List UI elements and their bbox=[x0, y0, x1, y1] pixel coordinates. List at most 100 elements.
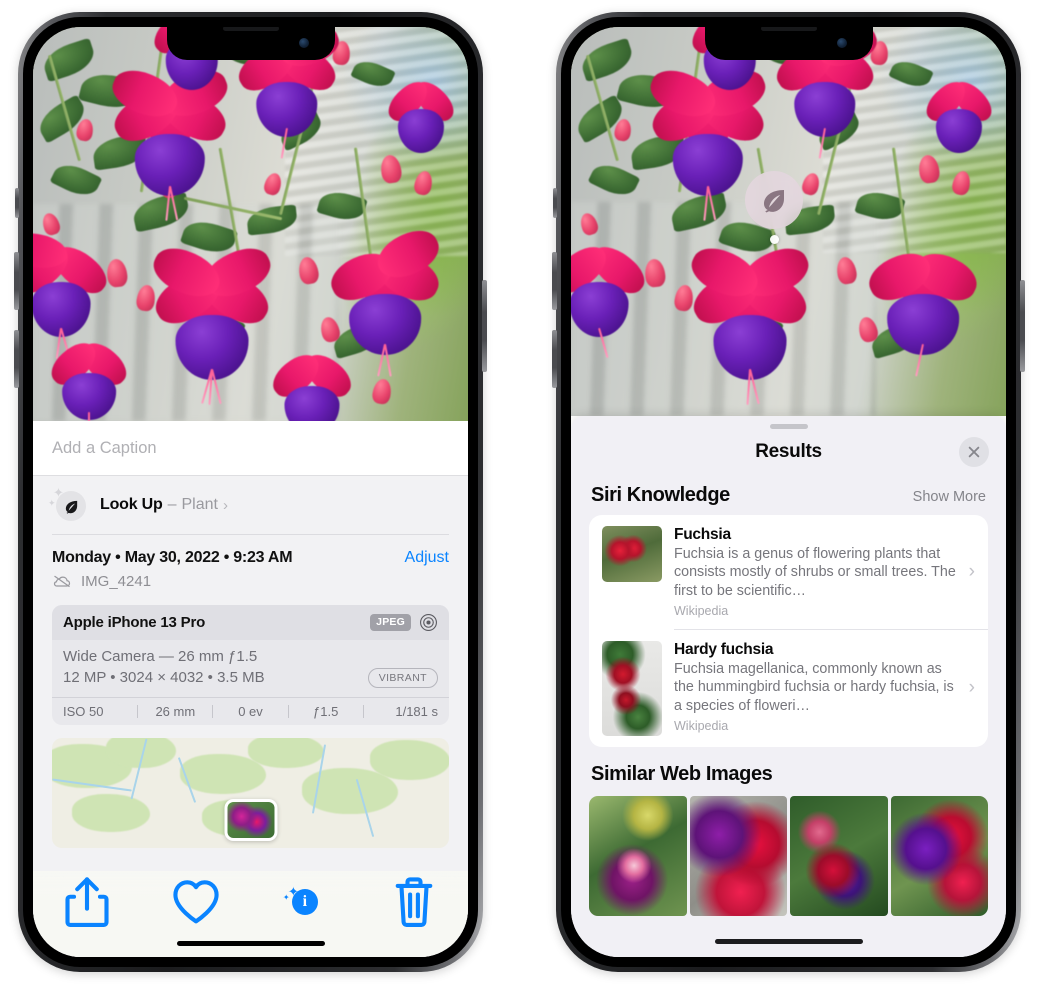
web-image-thumbnail[interactable] bbox=[589, 795, 687, 916]
look-up-row[interactable]: ✦ ✦ Look Up – Plant › bbox=[33, 476, 468, 534]
knowledge-text: Hardy fuchsia Fuchsia magellanica, commo… bbox=[674, 641, 976, 733]
share-icon bbox=[65, 877, 109, 927]
camera-info-card[interactable]: Apple iPhone 13 Pro JPEG Wide Camera — 2… bbox=[52, 604, 449, 725]
volume-up-button[interactable] bbox=[552, 252, 557, 310]
fuchsia-flower bbox=[324, 221, 446, 378]
visual-look-up-anchor-dot bbox=[770, 235, 779, 244]
exif-focal-length: 26 mm bbox=[155, 703, 196, 719]
close-button[interactable] bbox=[959, 437, 989, 467]
file-row: IMG_4241 bbox=[33, 567, 468, 590]
photo-view[interactable] bbox=[571, 27, 1006, 416]
web-image-thumbnail[interactable] bbox=[689, 795, 787, 916]
camera-card-header: Apple iPhone 13 Pro JPEG bbox=[52, 604, 449, 640]
exif-aperture: ƒ1.5 bbox=[313, 703, 339, 719]
date-row: Monday • May 30, 2022 • 9:23 AM Adjust bbox=[33, 535, 468, 567]
screen-right: Results Siri Knowledge Show More Fuchsia… bbox=[571, 27, 1006, 957]
knowledge-item[interactable]: Fuchsia Fuchsia is a genus of flowering … bbox=[589, 515, 988, 629]
web-image-thumbnail[interactable] bbox=[890, 795, 988, 916]
fuchsia-flower bbox=[571, 238, 652, 358]
exif-row: ISO 50 26 mm 0 ev ƒ1.5 1/181 s bbox=[52, 696, 449, 725]
exif-exposure-value: 0 ev bbox=[238, 703, 263, 719]
similar-web-images-strip[interactable] bbox=[571, 795, 1006, 916]
knowledge-source: Wikipedia bbox=[674, 719, 729, 734]
image-specs: 12 MP • 3024 × 4032 • 3.5 MB bbox=[63, 669, 265, 686]
fuchsia-flower bbox=[33, 229, 114, 359]
map-park-area bbox=[370, 739, 449, 780]
specs-row: 12 MP • 3024 × 4032 • 3.5 MB VIBRANT bbox=[63, 667, 438, 688]
device-notch bbox=[704, 27, 873, 60]
fuchsia-flower bbox=[862, 244, 984, 378]
knowledge-description: Fuchsia is a genus of flowering plants t… bbox=[674, 546, 956, 599]
file-name: IMG_4241 bbox=[81, 572, 152, 590]
volume-up-button[interactable] bbox=[14, 252, 19, 310]
knowledge-thumbnail bbox=[602, 526, 662, 582]
knowledge-title: Fuchsia bbox=[674, 526, 731, 543]
aperture-icon bbox=[420, 613, 437, 631]
map-park-area bbox=[248, 737, 324, 768]
silence-switch[interactable] bbox=[553, 188, 557, 218]
fuchsia-flower bbox=[44, 335, 134, 421]
home-indicator[interactable] bbox=[714, 939, 863, 944]
map-pin-thumbnail bbox=[227, 802, 274, 839]
look-up-separator: – bbox=[167, 496, 177, 513]
knowledge-item[interactable]: Hardy fuchsia Fuchsia magellanica, commo… bbox=[589, 630, 988, 747]
caption-row[interactable]: Add a Caption bbox=[33, 421, 468, 476]
device-bezel: Add a Caption ✦ ✦ Look Up – Plant › Mond… bbox=[23, 17, 478, 967]
knowledge-title: Hardy fuchsia bbox=[674, 640, 774, 658]
device-bezel: Results Siri Knowledge Show More Fuchsia… bbox=[561, 17, 1016, 967]
look-up-icon-wrap: ✦ ✦ bbox=[48, 486, 86, 522]
show-more-button[interactable]: Show More bbox=[913, 489, 986, 505]
trash-icon bbox=[395, 877, 432, 927]
power-button[interactable] bbox=[482, 280, 487, 372]
fuchsia-flower bbox=[232, 27, 344, 159]
caption-input[interactable]: Add a Caption bbox=[52, 439, 157, 458]
sheet-header: Results bbox=[571, 429, 1006, 475]
fuchsia-flower bbox=[770, 27, 882, 159]
look-up-subject: Plant bbox=[181, 496, 218, 513]
photo-view[interactable] bbox=[33, 27, 468, 421]
map-photo-pin[interactable] bbox=[224, 799, 277, 842]
lens-info: Wide Camera — 26 mm ƒ1.5 bbox=[63, 647, 258, 665]
silence-switch[interactable] bbox=[15, 188, 19, 218]
power-button[interactable] bbox=[1020, 280, 1025, 372]
sparkle-icon: ✦ bbox=[48, 498, 56, 508]
sheet-title: Results bbox=[755, 441, 822, 462]
fuchsia-flower bbox=[382, 75, 460, 159]
iphone-left: Add a Caption ✦ ✦ Look Up – Plant › Mond… bbox=[14, 12, 487, 972]
format-badge: JPEG bbox=[370, 613, 411, 631]
camera-card-body: Wide Camera — 26 mm ƒ1.5 12 MP • 3024 × … bbox=[52, 640, 449, 697]
device-notch bbox=[166, 27, 335, 60]
map-park-area bbox=[72, 793, 150, 832]
fuchsia-flower bbox=[146, 239, 278, 405]
delete-button[interactable] bbox=[388, 877, 440, 927]
share-button[interactable] bbox=[61, 877, 113, 927]
chevron-right-icon: › bbox=[968, 677, 975, 699]
results-sheet: Results Siri Knowledge Show More Fuchsia… bbox=[571, 416, 1006, 957]
earpiece-speaker bbox=[760, 27, 817, 31]
visual-look-up-badge[interactable] bbox=[745, 171, 803, 229]
photo-info-panel: Add a Caption ✦ ✦ Look Up – Plant › Mond… bbox=[33, 421, 468, 957]
location-map[interactable] bbox=[52, 737, 449, 848]
photographic-style-badge: VIBRANT bbox=[367, 667, 438, 688]
heart-icon bbox=[173, 880, 219, 924]
home-indicator[interactable] bbox=[176, 941, 325, 946]
volume-down-button[interactable] bbox=[14, 330, 19, 388]
fuchsia-flower bbox=[106, 62, 234, 221]
photo-date: Monday • May 30, 2022 • 9:23 AM bbox=[52, 548, 293, 566]
sparkle-icon: ✦ bbox=[282, 893, 290, 902]
info-button[interactable]: ✦ ✦ i bbox=[279, 885, 331, 919]
siri-knowledge-header: Siri Knowledge Show More bbox=[571, 475, 1006, 515]
adjust-button[interactable]: Adjust bbox=[405, 549, 449, 567]
similar-web-images-header: Similar Web Images bbox=[571, 747, 1006, 788]
knowledge-source: Wikipedia bbox=[674, 604, 729, 619]
fuchsia-flower bbox=[684, 239, 816, 405]
fuchsia-flower bbox=[266, 347, 358, 421]
web-image-thumbnail[interactable] bbox=[790, 795, 888, 916]
fuchsia-flower bbox=[920, 75, 998, 159]
iphone-right: Results Siri Knowledge Show More Fuchsia… bbox=[552, 12, 1025, 972]
close-icon bbox=[968, 446, 980, 458]
favorite-button[interactable] bbox=[170, 880, 222, 924]
knowledge-description: Fuchsia magellanica, commonly known as t… bbox=[674, 660, 954, 714]
volume-down-button[interactable] bbox=[552, 330, 557, 388]
leaf-icon bbox=[56, 491, 86, 521]
